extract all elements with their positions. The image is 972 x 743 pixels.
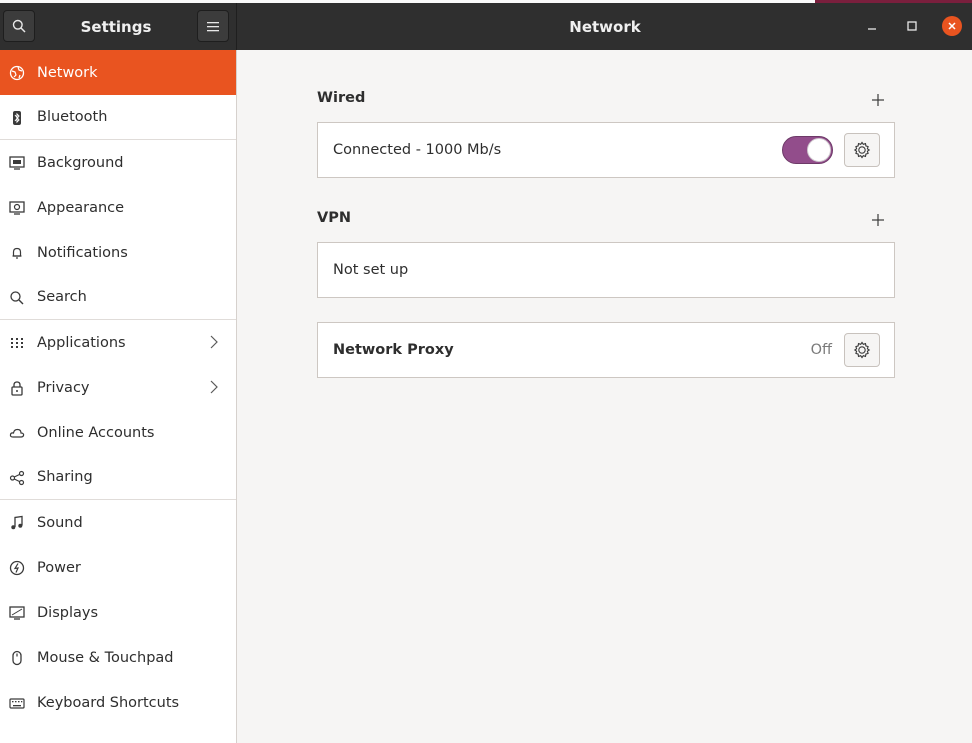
sidebar-item-sound[interactable]: Sound [0,500,236,545]
search-button[interactable] [3,10,35,42]
wired-toggle[interactable] [782,136,833,164]
sidebar-item-label: Keyboard Shortcuts [37,694,180,711]
proxy-state: Off [810,342,832,358]
appearance-icon [8,199,25,216]
network-proxy-label: Network Proxy [333,342,454,358]
sidebar-item-label: Sharing [37,469,93,485]
sidebar-item-mouse-touchpad[interactable]: Mouse & Touchpad [0,635,236,680]
lock-icon [8,379,25,396]
gear-icon [853,341,871,359]
network-proxy-row[interactable]: Network Proxy Off [317,322,895,378]
sidebar-item-network[interactable]: Network [0,50,236,95]
sidebar-item-label: Online Accounts [37,424,155,441]
sidebar-item-appearance[interactable]: Appearance [0,185,236,230]
close-icon [948,22,956,30]
chevron-right-icon [210,335,218,353]
chevron-right-icon [210,380,218,398]
proxy-settings-button[interactable] [844,333,880,367]
headerbar: Settings Network [0,3,972,50]
sidebar-item-keyboard-shortcuts[interactable]: Keyboard Shortcuts [0,680,236,725]
bluetooth-icon [8,109,25,126]
sidebar-item-label: Sound [37,514,83,531]
sidebar-item-label: Search [37,289,87,305]
background-icon [8,154,25,171]
display-icon [8,604,25,621]
plus-icon [872,94,884,106]
search-icon [8,289,25,306]
sidebar-item-privacy[interactable]: Privacy [0,365,236,410]
add-wired-button[interactable] [870,92,886,108]
wired-settings-button[interactable] [844,133,880,167]
sidebar-item-label: Network [37,64,98,81]
sidebar-item-background[interactable]: Background [0,140,236,185]
sidebar-header: Settings [0,3,237,50]
sidebar-item-notifications[interactable]: Notifications [0,230,236,275]
minimize-icon [868,28,876,30]
wired-status: Connected - 1000 Mb/s [333,142,502,158]
gear-icon [853,141,871,159]
sidebar-item-label: Appearance [37,199,125,216]
share-icon [8,469,25,486]
sidebar-item-label: Power [37,559,81,576]
close-button[interactable] [942,16,962,36]
sidebar-item-label: Bluetooth [37,109,108,125]
grid-icon [8,334,25,351]
sidebar-item-power[interactable]: Power [0,545,236,590]
sidebar-item-label: Displays [37,604,99,621]
wired-connection-row: Connected - 1000 Mb/s [317,122,895,178]
keyboard-icon [8,694,25,711]
maximize-button[interactable] [902,16,922,36]
sidebar-item-label: Privacy [37,379,90,396]
sidebar-item-bluetooth[interactable]: Bluetooth [0,95,236,140]
sidebar-item-label: Notifications [37,244,128,261]
toggle-knob [807,138,831,162]
network-panel: Wired Connected - 1000 Mb/s VPN Not set … [238,50,972,743]
cloud-icon [8,424,25,441]
sidebar-item-label: Applications [37,334,126,351]
plus-icon [872,214,884,226]
vpn-section-title: VPN [317,210,351,226]
add-vpn-button[interactable] [870,212,886,228]
search-icon [12,19,26,33]
minimize-button[interactable] [862,16,882,36]
wired-section-title: Wired [317,90,366,106]
sidebar-item-search[interactable]: Search [0,275,236,320]
menu-button[interactable] [197,10,229,42]
mouse-icon [8,649,25,666]
maximize-icon [907,21,917,31]
power-icon [8,559,25,576]
sidebar-item-label: Background [37,154,124,171]
vpn-status: Not set up [333,262,409,278]
network-icon [8,64,25,81]
app-title: Settings [80,17,152,36]
sidebar-item-applications[interactable]: Applications [0,320,236,365]
sidebar-item-online-accounts[interactable]: Online Accounts [0,410,236,455]
sidebar-item-displays[interactable]: Displays [0,590,236,635]
sidebar: Network Bluetooth Background Appearance … [0,50,237,743]
sidebar-item-sharing[interactable]: Sharing [0,455,236,500]
bell-icon [8,244,25,261]
sidebar-item-label: Mouse & Touchpad [37,649,174,666]
hamburger-menu-icon [207,21,219,31]
vpn-row: Not set up [317,242,895,298]
music-note-icon [8,514,25,531]
